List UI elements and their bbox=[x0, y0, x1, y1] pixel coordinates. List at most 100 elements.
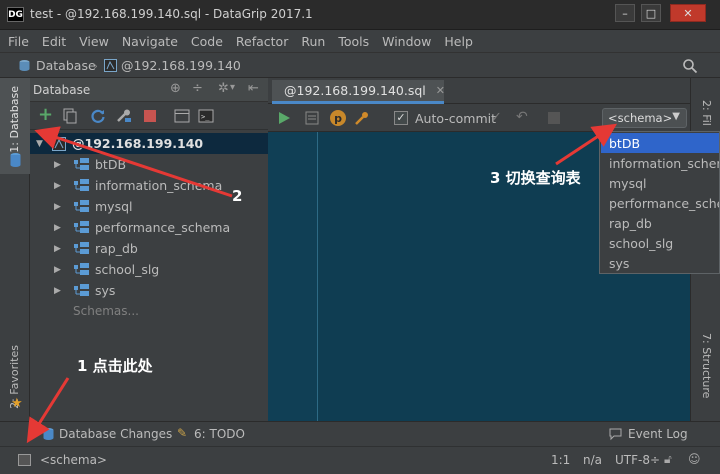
editor-tab[interactable]: @192.168.199.140.sql ✕ bbox=[272, 80, 445, 104]
menu-window[interactable]: Window bbox=[382, 34, 431, 49]
tab-close-icon[interactable]: ✕ bbox=[436, 84, 445, 97]
structure-tab[interactable]: 7: Structure bbox=[700, 333, 713, 398]
close-button[interactable]: ✕ bbox=[670, 4, 706, 22]
menu-edit[interactable]: Edit bbox=[42, 34, 66, 49]
tool-windows-toggle-icon[interactable] bbox=[18, 454, 31, 466]
collapsed-arrow-icon[interactable]: ▶ bbox=[54, 181, 64, 191]
event-log-tab[interactable]: Event Log bbox=[628, 427, 688, 441]
schema-select[interactable]: <schema> ▼ bbox=[602, 108, 687, 128]
lock-icon[interactable]: 🔓︎ bbox=[664, 452, 672, 467]
copy-icon[interactable] bbox=[62, 108, 78, 124]
rollback-icon[interactable]: ↶ bbox=[516, 109, 528, 125]
autocommit-label: Auto-commit bbox=[415, 111, 497, 126]
autocommit-checkbox[interactable]: ✓ bbox=[394, 111, 408, 125]
menu-run[interactable]: Run bbox=[301, 34, 325, 49]
dropdown-option[interactable]: performance_schema bbox=[601, 193, 719, 213]
breadcrumb-host[interactable]: @192.168.199.140 bbox=[121, 58, 241, 73]
parameters-icon[interactable]: p bbox=[330, 110, 346, 126]
files-tab[interactable]: 2: Fil bbox=[700, 100, 713, 126]
database-icon bbox=[19, 60, 30, 71]
console-icon[interactable]: >_ bbox=[198, 108, 214, 124]
search-icon[interactable] bbox=[682, 58, 698, 74]
collapsed-arrow-icon[interactable]: ▶ bbox=[54, 202, 64, 212]
todo-tab[interactable]: 6: TODO bbox=[194, 427, 245, 441]
tree-row-datasource[interactable]: ▼ @192.168.199.140 bbox=[30, 133, 268, 154]
menu-file[interactable]: File bbox=[8, 34, 29, 49]
database-tool-tab[interactable]: 1: Database bbox=[0, 78, 30, 174]
stop-disabled-icon[interactable] bbox=[548, 112, 560, 124]
tree-row-schema[interactable]: ▶ sys bbox=[30, 280, 268, 301]
explain-plan-icon[interactable] bbox=[304, 110, 320, 126]
schema-select-value: <schema> bbox=[608, 111, 673, 125]
menu-tools[interactable]: Tools bbox=[338, 34, 369, 49]
dropdown-option[interactable]: mysql bbox=[601, 173, 719, 193]
schema-label: information_schema bbox=[95, 178, 223, 193]
schema-label: btDB bbox=[95, 157, 127, 172]
menu-refactor[interactable]: Refactor bbox=[236, 34, 288, 49]
tree-row-schema[interactable]: ▶ btDB bbox=[30, 154, 268, 175]
maximize-button[interactable]: □ bbox=[641, 4, 661, 22]
expanded-arrow-icon[interactable]: ▼ bbox=[36, 139, 46, 149]
refresh-icon[interactable] bbox=[90, 108, 106, 124]
database-tab-icon bbox=[10, 153, 21, 167]
collapsed-arrow-icon[interactable]: ▶ bbox=[54, 286, 64, 296]
add-icon[interactable]: + bbox=[38, 104, 53, 125]
database-changes-tab[interactable]: Database Changes bbox=[59, 427, 172, 441]
gear-icon[interactable]: ✲ bbox=[218, 81, 229, 96]
tree-row-schema[interactable]: ▶ performance_schema bbox=[30, 217, 268, 238]
schema-icon bbox=[74, 263, 89, 275]
hide-panel-icon[interactable]: ⇤ bbox=[248, 81, 259, 96]
database-toolbar: + >_ bbox=[30, 102, 268, 130]
todo-icon: ✎ bbox=[177, 426, 188, 440]
database-changes-icon bbox=[43, 428, 54, 440]
status-na: n/a bbox=[583, 453, 603, 467]
schemas-more-link[interactable]: Schemas... bbox=[73, 304, 139, 318]
collapsed-arrow-icon[interactable]: ▶ bbox=[54, 223, 64, 233]
annotation-3: 3 切换查询表 bbox=[490, 169, 581, 187]
menu-view[interactable]: View bbox=[79, 34, 109, 49]
collapse-icon[interactable]: ÷ bbox=[192, 81, 203, 96]
cursor-position[interactable]: 1:1 bbox=[551, 453, 570, 467]
breadcrumb-database[interactable]: Database bbox=[36, 58, 96, 73]
commit-check-icon[interactable]: ✓ bbox=[491, 110, 502, 125]
collapsed-arrow-icon[interactable]: ▶ bbox=[54, 244, 64, 254]
schema-icon bbox=[74, 221, 89, 233]
inspector-icon[interactable]: ☺︎ bbox=[688, 452, 701, 466]
menu-help[interactable]: Help bbox=[444, 34, 473, 49]
dropdown-option[interactable]: school_slg bbox=[601, 233, 719, 253]
database-panel-title: Database bbox=[33, 83, 91, 97]
bottom-tool-bar: Database Changes ✎ 6: TODO Event Log bbox=[0, 421, 720, 446]
settings-wrench-icon[interactable] bbox=[354, 110, 370, 126]
dropdown-option[interactable]: sys bbox=[601, 253, 719, 273]
run-icon[interactable] bbox=[276, 110, 292, 126]
schema-icon bbox=[74, 242, 89, 254]
event-log-icon bbox=[609, 428, 622, 441]
dropdown-option[interactable]: information_schema bbox=[601, 153, 719, 173]
dropdown-option[interactable]: rap_db bbox=[601, 213, 719, 233]
tree-row-schema[interactable]: ▶ rap_db bbox=[30, 238, 268, 259]
collapsed-arrow-icon[interactable]: ▶ bbox=[54, 160, 64, 170]
datasource-label: @192.168.199.140 bbox=[72, 136, 204, 151]
editor-tab-label: @192.168.199.140.sql bbox=[284, 83, 426, 98]
stop-icon[interactable] bbox=[144, 110, 156, 122]
table-editor-icon[interactable] bbox=[174, 108, 190, 124]
favorites-star-icon: ★ bbox=[11, 396, 23, 411]
collapsed-arrow-icon[interactable]: ▶ bbox=[54, 265, 64, 275]
properties-icon[interactable] bbox=[116, 108, 132, 124]
schema-label: school_slg bbox=[95, 262, 160, 277]
editor-tab-bar: @192.168.199.140.sql ✕ bbox=[268, 78, 690, 104]
file-encoding[interactable]: UTF-8÷ bbox=[615, 453, 660, 467]
datagrip-window: DG test - @192.168.199.140.sql - DataGri… bbox=[0, 0, 720, 474]
schema-icon bbox=[74, 200, 89, 212]
menu-navigate[interactable]: Navigate bbox=[122, 34, 178, 49]
schema-icon bbox=[74, 158, 89, 170]
annotation-2: 2 bbox=[232, 187, 243, 205]
gear-dropdown-icon[interactable]: ▾ bbox=[230, 82, 235, 93]
app-logo: DG bbox=[7, 7, 24, 22]
dropdown-option[interactable]: btDB bbox=[601, 133, 719, 153]
menu-code[interactable]: Code bbox=[191, 34, 223, 49]
status-schema[interactable]: <schema> bbox=[40, 453, 107, 467]
tree-row-schema[interactable]: ▶ school_slg bbox=[30, 259, 268, 280]
sync-icon[interactable]: ⊕ bbox=[170, 81, 181, 96]
minimize-button[interactable]: – bbox=[615, 4, 635, 22]
